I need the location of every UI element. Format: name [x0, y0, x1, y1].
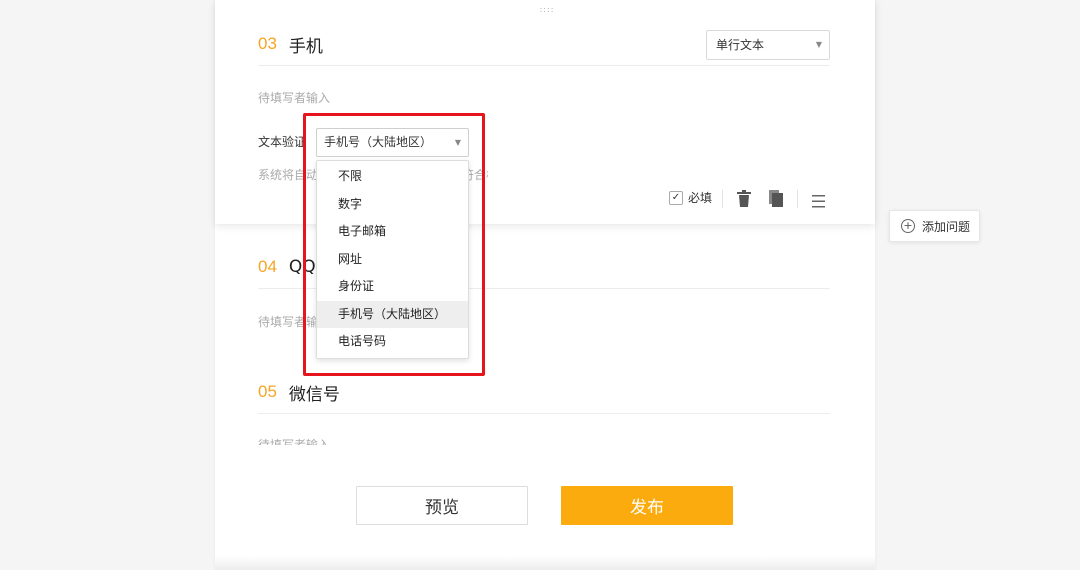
highlight-annotation-box: [303, 113, 485, 376]
question-type-select[interactable]: 单行文本 ▼: [706, 30, 830, 60]
divider: [258, 65, 830, 66]
validation-label: 文本验证: [258, 135, 307, 149]
card-bottom-shadow: [215, 556, 875, 570]
question-title-text: 微信号: [288, 384, 340, 405]
drag-handle-icon[interactable]: ::::: [537, 5, 557, 15]
answer-placeholder: 待填写者输入: [258, 91, 331, 105]
preview-button[interactable]: 预览: [356, 486, 528, 525]
question-number: 03: [258, 34, 277, 53]
toolbar-separator: [722, 190, 723, 208]
check-icon: ✓: [671, 192, 681, 203]
menu-icon[interactable]: [812, 193, 825, 212]
copy-icon[interactable]: [769, 190, 783, 211]
add-question-label: 添加问题: [922, 219, 971, 234]
caret-down-icon: ▼: [815, 40, 822, 49]
required-label: 必填: [688, 191, 713, 205]
question-type-value: 单行文本: [716, 38, 765, 52]
required-checkbox[interactable]: ✓: [669, 191, 683, 205]
add-question-button[interactable]: + 添加问题: [889, 210, 980, 242]
question-05-title[interactable]: 05 微信号: [258, 379, 340, 405]
publish-button[interactable]: 发布: [561, 486, 733, 525]
question-03-title[interactable]: 03 手机: [258, 31, 323, 57]
answer-placeholder: 待填写者输入: [258, 438, 331, 445]
divider: [258, 413, 830, 414]
toolbar-separator: [797, 190, 798, 208]
trash-icon[interactable]: [737, 190, 751, 211]
question-number: 05: [258, 382, 277, 401]
plus-circle-icon: +: [901, 219, 915, 233]
question-title-text: 手机: [288, 36, 323, 57]
question-number: 04: [258, 257, 277, 276]
